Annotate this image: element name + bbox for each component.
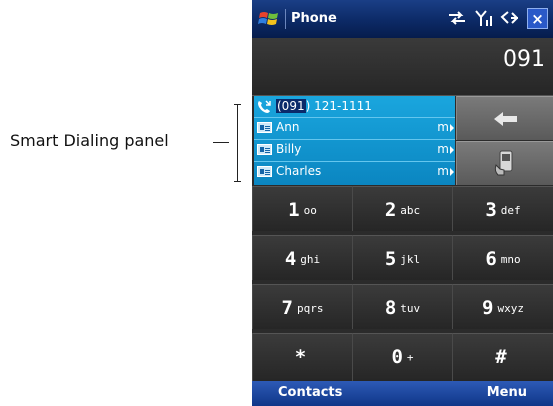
- app-title: Phone: [291, 11, 337, 26]
- expand-arrow-icon[interactable]: [450, 124, 454, 132]
- matched-digits: (091: [276, 99, 306, 113]
- callout-bracket-bottom: [234, 181, 241, 182]
- callout-bracket-top: [234, 104, 241, 105]
- key-4[interactable]: 4 ghi: [252, 235, 352, 280]
- key-2[interactable]: 2 abc: [352, 186, 452, 231]
- key-8[interactable]: 8 tuv: [352, 284, 452, 329]
- contact-phone-type: m: [437, 164, 449, 178]
- key-0[interactable]: 0 +: [352, 333, 452, 381]
- contact-phone-type: m: [437, 142, 449, 156]
- contact-card-icon: [257, 144, 272, 155]
- key-5[interactable]: 5 jkl: [352, 235, 452, 280]
- key-1[interactable]: 1 oo: [252, 186, 352, 231]
- divider: [254, 139, 455, 140]
- expand-arrow-icon[interactable]: [450, 146, 454, 154]
- contact-phone-type: m: [437, 120, 449, 134]
- menu-softkey[interactable]: Menu: [487, 385, 527, 400]
- backspace-button[interactable]: [456, 96, 553, 140]
- title-bar: Phone ×: [252, 0, 553, 38]
- key-9[interactable]: 9 wxyz: [452, 284, 553, 329]
- contact-name: Charles: [276, 164, 322, 178]
- sync-arrows-icon[interactable]: [447, 8, 467, 28]
- callout-label: Smart Dialing panel: [10, 131, 169, 150]
- close-button[interactable]: ×: [527, 8, 548, 29]
- key-3[interactable]: 3 def: [452, 186, 553, 231]
- phone-handset-icon: [494, 150, 513, 176]
- dialed-number: 091: [503, 47, 545, 72]
- list-item[interactable]: Ann m: [254, 119, 455, 137]
- key-6[interactable]: 6 mno: [452, 235, 553, 280]
- key-7[interactable]: 7 pqrs: [252, 284, 352, 329]
- title-separator: [285, 9, 286, 29]
- signal-strength-icon[interactable]: [474, 8, 494, 28]
- callout-bracket: [237, 104, 238, 182]
- windows-flag-icon[interactable]: [258, 9, 280, 29]
- callout-leader-line: [213, 142, 229, 143]
- remaining-digits: ) 121-1111: [305, 99, 372, 113]
- key-star[interactable]: *: [252, 333, 352, 381]
- number-display: 091: [252, 38, 553, 96]
- smart-dialing-call-entry[interactable]: (091) 121-1111: [254, 98, 455, 116]
- smart-dialing-panel: (091) 121-1111 Ann m Billy m Charles m: [254, 96, 455, 185]
- softkey-bar: Contacts Menu: [252, 381, 553, 406]
- list-item[interactable]: Charles m: [254, 163, 455, 181]
- backspace-arrow-icon: [494, 112, 517, 126]
- expand-arrow-icon[interactable]: [450, 168, 454, 176]
- list-item[interactable]: Billy m: [254, 141, 455, 159]
- contact-card-icon: [257, 166, 272, 177]
- divider: [254, 117, 455, 118]
- contact-card-icon: [257, 122, 272, 133]
- talk-button[interactable]: [456, 141, 553, 185]
- call-entry-number: (091) 121-1111: [276, 99, 372, 113]
- phone-call-icon: [258, 100, 271, 113]
- phone-screen: Phone × 091 (091) 121-1111 Ann m Billy m…: [252, 0, 553, 406]
- speaker-volume-icon[interactable]: [499, 8, 521, 28]
- contact-name: Ann: [276, 120, 300, 134]
- contacts-softkey[interactable]: Contacts: [278, 385, 342, 400]
- key-hash[interactable]: #: [452, 333, 553, 381]
- divider: [254, 161, 455, 162]
- contact-name: Billy: [276, 142, 302, 156]
